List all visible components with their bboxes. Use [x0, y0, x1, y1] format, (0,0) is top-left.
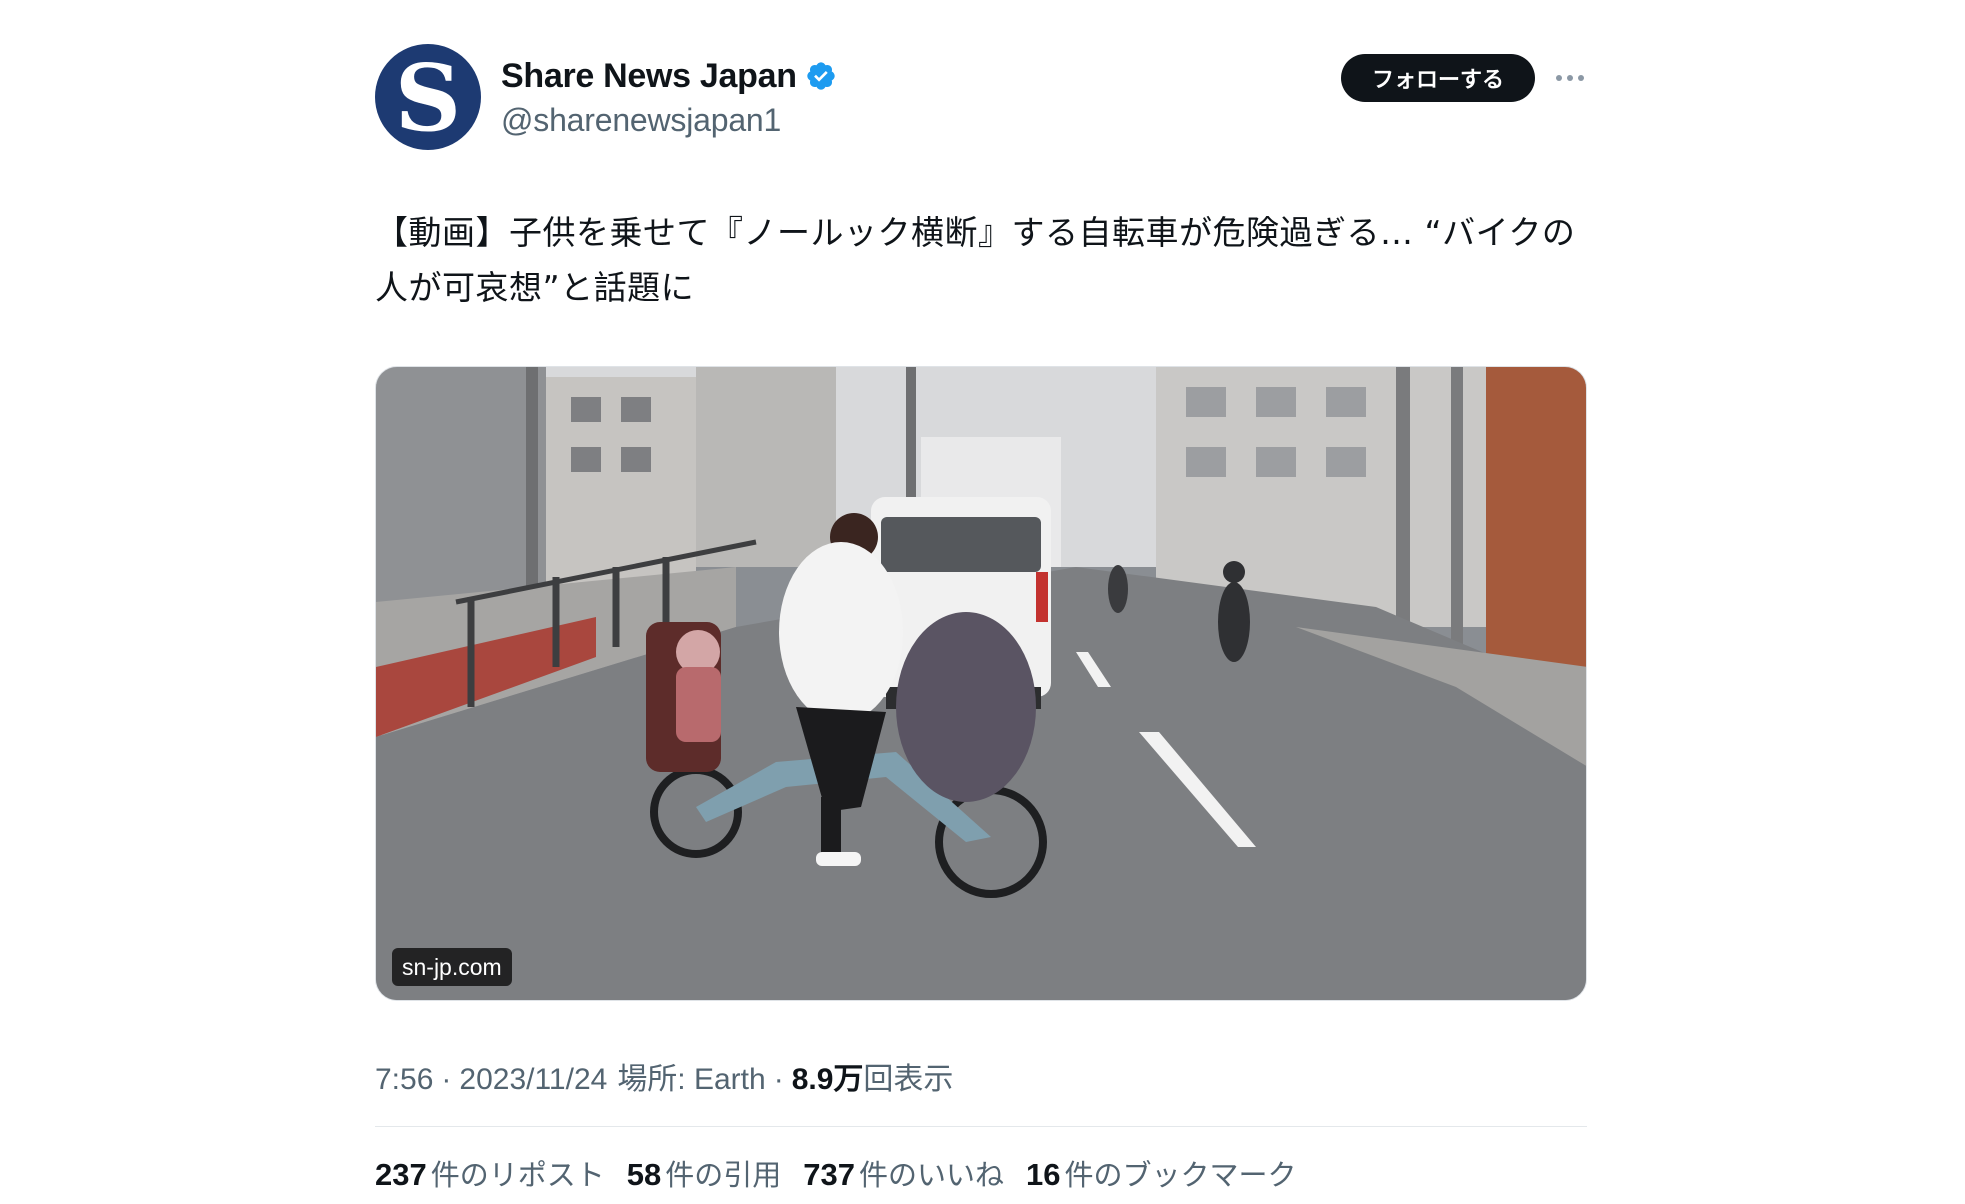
bookmarks-stat[interactable]: 16 件のブックマーク	[1026, 1152, 1297, 1194]
verified-badge-icon[interactable]	[805, 60, 837, 92]
display-name-row: Share News Japan	[501, 56, 837, 96]
quotes-label: 件の引用	[665, 1158, 782, 1192]
tweet-media-image[interactable]: sn-jp.com	[375, 366, 1587, 1001]
author-handle[interactable]: @sharenewsjapan1	[501, 102, 837, 139]
tweet-meta: 7:56 · 2023/11/24 場所: Earth · 8.9万 回表示	[375, 1054, 953, 1098]
tweet-location: 場所: Earth	[617, 1063, 766, 1096]
follow-button[interactable]: フォローする	[1341, 54, 1535, 102]
tweet-stats: 237 件のリポスト 58 件の引用 737 件のいいね 16 件のブックマーク	[375, 1152, 1319, 1194]
reposts-count: 237	[375, 1157, 427, 1192]
reposts-stat[interactable]: 237 件のリポスト	[375, 1152, 605, 1194]
more-options-icon[interactable]	[1553, 60, 1587, 96]
quotes-count: 58	[626, 1157, 662, 1192]
tweet-card: S Share News Japan @sharenewsjapan1 フォロー…	[375, 0, 1587, 1204]
avatar-letter: S	[394, 44, 462, 150]
likes-label: 件のいいね	[858, 1158, 1004, 1192]
likes-count: 737	[803, 1157, 855, 1192]
tweet-text: 【動画】子供を乗せて『ノールック横断』する自転車が危険過ぎる… “バイクの人が可…	[375, 213, 1576, 307]
tweet-date[interactable]: 2023/11/24	[459, 1063, 607, 1097]
quotes-stat[interactable]: 58 件の引用	[627, 1152, 782, 1194]
reposts-label: 件のリポスト	[430, 1158, 605, 1192]
views-count: 8.9万	[791, 1063, 864, 1096]
media-source-badge: sn-jp.com	[392, 948, 512, 986]
divider	[375, 1126, 1587, 1127]
bookmarks-count: 16	[1026, 1157, 1061, 1192]
views-label: 回表示	[863, 1063, 954, 1096]
author-info: Share News Japan @sharenewsjapan1	[501, 56, 837, 139]
likes-stat[interactable]: 737 件のいいね	[803, 1152, 1004, 1194]
meta-separator: ·	[773, 1063, 784, 1096]
meta-separator: ·	[441, 1063, 452, 1096]
tweet-time[interactable]: 7:56	[375, 1063, 433, 1097]
street-scene-illustration	[376, 367, 1586, 1000]
bookmarks-label: 件のブックマーク	[1064, 1158, 1297, 1192]
display-name[interactable]: Share News Japan	[501, 57, 797, 96]
avatar[interactable]: S	[375, 44, 481, 150]
